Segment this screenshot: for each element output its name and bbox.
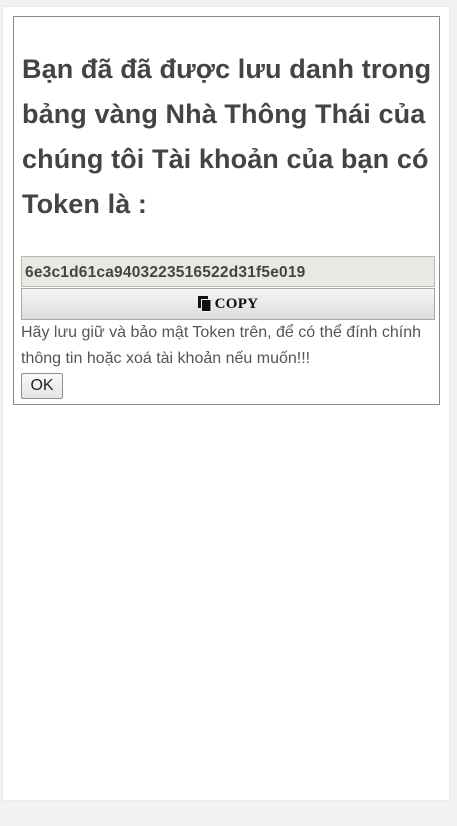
copy-icon [197, 296, 212, 312]
copy-button-label: COPY [214, 295, 259, 312]
ok-button[interactable]: OK [21, 373, 63, 399]
dialog-title: Bạn đã đã được lưu danh trong bảng vàng … [22, 54, 432, 219]
token-field[interactable]: 6e3c1d61ca9403223516522d31f5e019 [21, 256, 435, 287]
instruction-text: Hãy lưu giữ và bảo mật Token trên, để có… [21, 324, 422, 367]
page-container: Bạn đã đã được lưu danh trong bảng vàng … [3, 7, 449, 800]
copy-button[interactable]: COPY [21, 288, 435, 320]
token-dialog: Bạn đã đã được lưu danh trong bảng vàng … [13, 16, 440, 405]
